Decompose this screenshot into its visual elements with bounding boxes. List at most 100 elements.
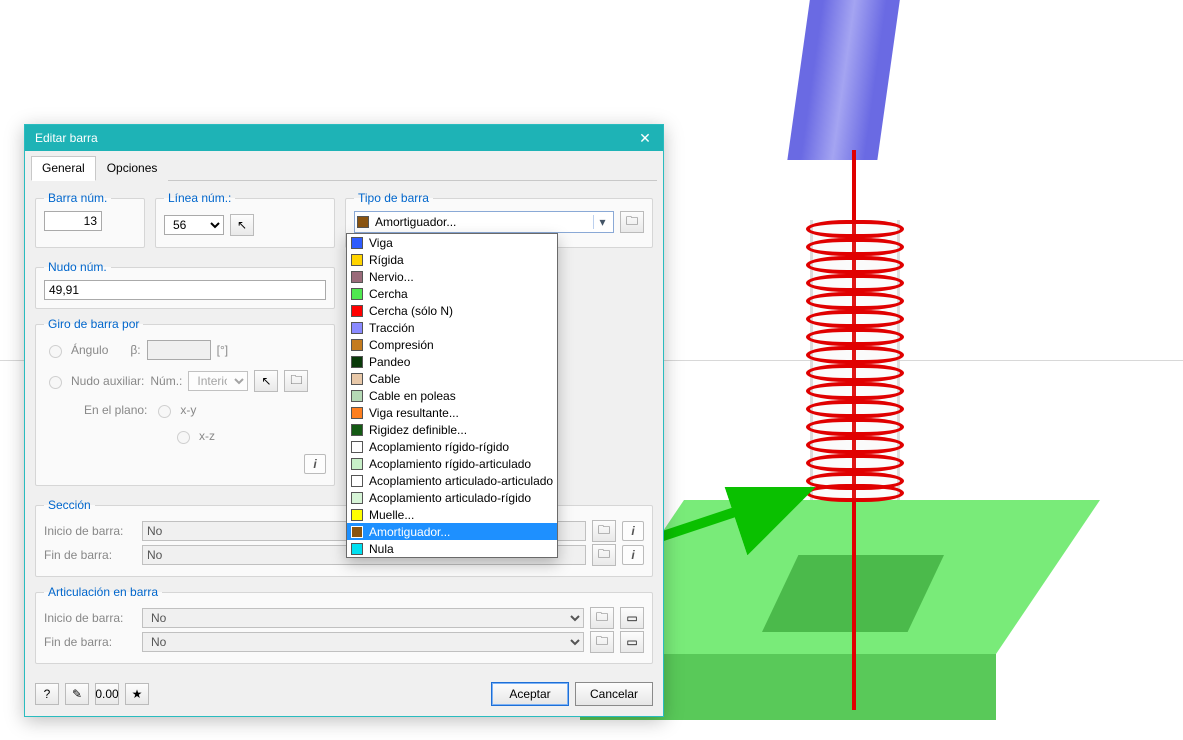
member-type-option[interactable]: Muelle... bbox=[347, 506, 557, 523]
rotation-auxnode-label: Nudo auxiliar: bbox=[71, 374, 144, 388]
swatch-icon bbox=[351, 492, 363, 504]
group-node-number: Nudo núm. bbox=[35, 260, 335, 309]
rotation-angle-radio[interactable] bbox=[49, 345, 62, 358]
units-button[interactable]: 0.00 bbox=[95, 683, 119, 705]
node-number-input[interactable] bbox=[44, 280, 326, 300]
pick-auxnode-button[interactable]: ↖ bbox=[254, 370, 278, 392]
swatch-icon bbox=[351, 509, 363, 521]
section-start-library-button[interactable]: 🗀 bbox=[592, 520, 616, 542]
dialog-titlebar[interactable]: Editar barra ✕ bbox=[25, 125, 663, 151]
member-type-option[interactable]: Acoplamiento articulado-articulado bbox=[347, 472, 557, 489]
member-type-option-label: Amortiguador... bbox=[369, 525, 450, 539]
member-type-option-label: Viga bbox=[369, 236, 393, 250]
dialog-tabs: General Opciones bbox=[31, 155, 657, 181]
details-button[interactable]: ✎ bbox=[65, 683, 89, 705]
member-type-option-label: Cercha bbox=[369, 287, 408, 301]
hinge-start-new-button[interactable]: 🗀 bbox=[590, 607, 614, 629]
aux-num-select[interactable]: Interior bbox=[188, 371, 248, 391]
hinge-start-edit-button[interactable]: ▭ bbox=[620, 607, 644, 629]
rotation-info-button[interactable]: i bbox=[304, 454, 326, 474]
hinge-end-new-button[interactable]: 🗀 bbox=[590, 631, 614, 653]
new-auxnode-button[interactable]: 🗀 bbox=[284, 370, 308, 392]
line-number-select[interactable]: 56 bbox=[164, 215, 224, 235]
member-type-option-label: Acoplamiento articulado-articulado bbox=[369, 474, 553, 488]
member-type-option[interactable]: Compresión bbox=[347, 336, 557, 353]
section-end-library-button[interactable]: 🗀 bbox=[592, 544, 616, 566]
group-section: Sección Inicio de barra: No 🗀 i Fin de b… bbox=[35, 498, 653, 577]
member-type-option[interactable]: Cercha bbox=[347, 285, 557, 302]
member-type-option[interactable]: Cable en poleas bbox=[347, 387, 557, 404]
plane-xy-radio[interactable] bbox=[158, 405, 171, 418]
column-element bbox=[787, 0, 902, 160]
member-type-option-label: Tracción bbox=[369, 321, 415, 335]
member-type-option[interactable]: Viga resultante... bbox=[347, 404, 557, 421]
member-type-option-label: Nula bbox=[369, 542, 394, 556]
hinge-start-label: Inicio de barra: bbox=[44, 611, 136, 625]
edit-member-dialog: Editar barra ✕ General Opciones Barra nú… bbox=[24, 124, 664, 717]
favorites-button[interactable]: ★ bbox=[125, 683, 149, 705]
member-type-option-list[interactable]: Viga RígidaNervio... CerchaCercha (sólo N)… bbox=[346, 233, 558, 558]
help-button[interactable]: ? bbox=[35, 683, 59, 705]
member-type-option-label: Rigidez definible... bbox=[369, 423, 467, 437]
member-type-dropdown[interactable]: Amortiguador... ▾ bbox=[354, 211, 614, 233]
rotation-angle-label: Ángulo bbox=[71, 343, 108, 357]
member-type-option[interactable]: Acoplamiento rígido-articulado bbox=[347, 455, 557, 472]
plane-label: En el plano: bbox=[84, 403, 147, 417]
plane-xy-label: x-y bbox=[180, 403, 196, 417]
swatch-icon bbox=[351, 424, 363, 436]
beta-unit: [°] bbox=[217, 343, 228, 357]
member-type-option-label: Acoplamiento rígido-articulado bbox=[369, 457, 531, 471]
member-type-option-label: Compresión bbox=[369, 338, 434, 352]
pick-line-button[interactable]: ↖ bbox=[230, 214, 254, 236]
member-type-option[interactable]: Acoplamiento articulado-rígido bbox=[347, 489, 557, 506]
swatch-icon bbox=[351, 390, 363, 402]
legend-section: Sección bbox=[44, 498, 95, 512]
member-type-option-label: Rígida bbox=[369, 253, 404, 267]
beta-input[interactable] bbox=[147, 340, 211, 360]
close-icon[interactable]: ✕ bbox=[633, 130, 657, 147]
swatch-icon bbox=[351, 407, 363, 419]
member-type-swatch bbox=[357, 216, 369, 228]
member-type-option-label: Pandeo bbox=[369, 355, 410, 369]
member-type-option[interactable]: Rigidez definible... bbox=[347, 421, 557, 438]
member-type-option[interactable]: Nervio... bbox=[347, 268, 557, 285]
rotation-auxnode-radio[interactable] bbox=[49, 376, 62, 389]
member-type-option[interactable]: Acoplamiento rígido-rígido bbox=[347, 438, 557, 455]
swatch-icon bbox=[351, 271, 363, 283]
hinge-end-select[interactable]: No bbox=[142, 632, 584, 652]
member-type-option[interactable]: Cercha (sólo N) bbox=[347, 302, 557, 319]
member-type-option-label: Cable en poleas bbox=[369, 389, 456, 403]
swatch-icon bbox=[351, 356, 363, 368]
swatch-icon bbox=[351, 288, 363, 300]
plane-xz-radio[interactable] bbox=[177, 431, 190, 444]
tab-options[interactable]: Opciones bbox=[96, 156, 169, 181]
hinge-start-select[interactable]: No bbox=[142, 608, 584, 628]
member-type-option[interactable]: Pandeo bbox=[347, 353, 557, 370]
swatch-icon bbox=[351, 322, 363, 334]
group-member-rotation: Giro de barra por Ángulo β: [°] Nudo aux… bbox=[35, 317, 335, 486]
member-number-input[interactable] bbox=[44, 211, 102, 231]
tab-general[interactable]: General bbox=[31, 156, 96, 181]
member-type-option[interactable]: Cable bbox=[347, 370, 557, 387]
member-type-option[interactable]: Tracción bbox=[347, 319, 557, 336]
section-end-label: Fin de barra: bbox=[44, 548, 136, 562]
swatch-icon bbox=[351, 475, 363, 487]
swatch-icon bbox=[351, 543, 363, 555]
section-end-info-button[interactable]: i bbox=[622, 545, 644, 565]
member-type-option[interactable]: Nula bbox=[347, 540, 557, 557]
hinge-end-edit-button[interactable]: ▭ bbox=[620, 631, 644, 653]
legend-member-type: Tipo de barra bbox=[354, 191, 433, 205]
section-start-info-button[interactable]: i bbox=[622, 521, 644, 541]
swatch-icon bbox=[351, 339, 363, 351]
cancel-button[interactable]: Cancelar bbox=[575, 682, 653, 706]
member-type-option[interactable]: Viga bbox=[347, 234, 557, 251]
member-type-option[interactable]: Rígida bbox=[347, 251, 557, 268]
dialog-title: Editar barra bbox=[35, 131, 633, 145]
aux-num-label: Núm.: bbox=[150, 374, 182, 388]
swatch-icon bbox=[351, 458, 363, 470]
group-member-type: Tipo de barra Amortiguador... ▾ 🗀 VigaRí… bbox=[345, 191, 653, 248]
plane-xz-label: x-z bbox=[199, 429, 215, 443]
member-type-library-button[interactable]: 🗀 bbox=[620, 211, 644, 233]
member-type-option[interactable]: Amortiguador... bbox=[347, 523, 557, 540]
ok-button[interactable]: Aceptar bbox=[491, 682, 569, 706]
